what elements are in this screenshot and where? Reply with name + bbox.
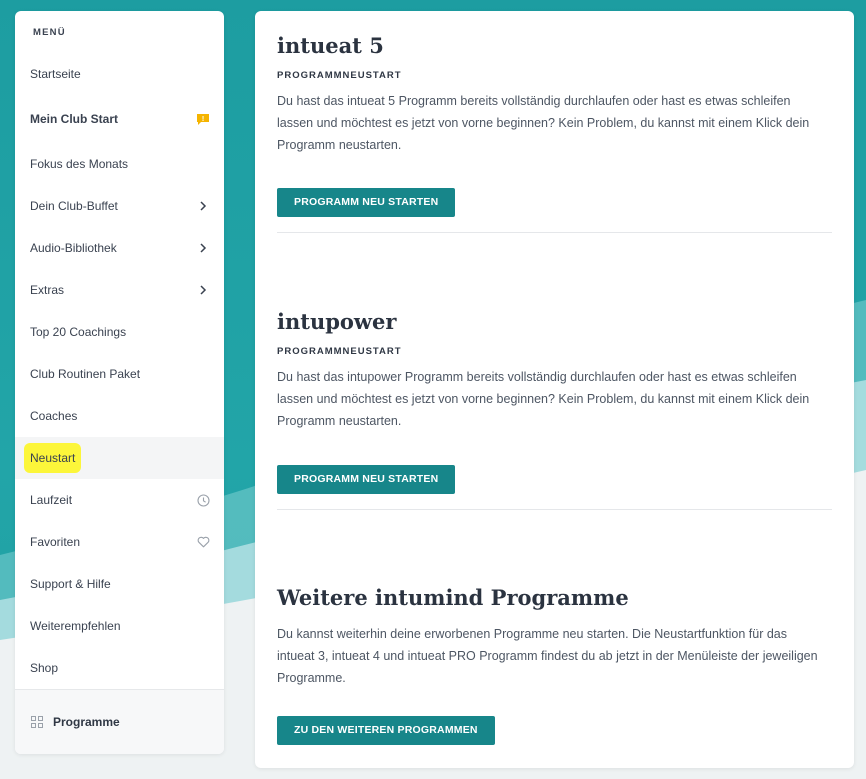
more-programs-button[interactable]: ZU DEN WEITEREN PROGRAMMEN (277, 716, 495, 745)
sidebar-item-weiterempfehlen[interactable]: Weiterempfehlen (15, 605, 224, 647)
sidebar-item-label: Laufzeit (30, 493, 73, 507)
menu-heading: MENÜ (33, 27, 66, 38)
sidebar-item-favoriten[interactable]: Favoriten (15, 521, 224, 563)
sidebar-item-startseite[interactable]: Startseite (15, 53, 224, 95)
sidebar-item-fokus-des-monats[interactable]: Fokus des Monats (15, 143, 224, 185)
sidebar-item-label: Mein Club Start (30, 112, 119, 126)
main-content: intueat 5 PROGRAMMNEUSTART Du hast das i… (255, 11, 854, 768)
section-title: Weitere intumind Programme (277, 585, 629, 610)
grid-icon (31, 716, 43, 728)
sidebar-item-coaches[interactable]: Coaches (15, 395, 224, 437)
sidebar-item-label: Top 20 Coachings (30, 325, 127, 339)
sidebar-item-audio-bibliothek[interactable]: Audio-Bibliothek (15, 227, 224, 269)
program-section-weitere: Weitere intumind Programme Du kannst wei… (277, 584, 832, 689)
program-section-intueat-5: intueat 5 PROGRAMMNEUSTART Du hast das i… (277, 32, 832, 156)
sidebar-item-label: Audio-Bibliothek (30, 241, 117, 255)
chevron-right-icon (196, 199, 210, 213)
sidebar-item-label: Neustart (27, 446, 79, 470)
section-divider (277, 232, 832, 233)
section-divider (277, 509, 832, 510)
restart-program-button[interactable]: PROGRAMM NEU STARTEN (277, 465, 456, 494)
section-description: Du hast das intupower Programm bereits v… (277, 370, 810, 428)
sidebar-menu: MENÜ Startseite Mein Club Start ! Fokus … (15, 11, 224, 754)
section-subtitle: PROGRAMMNEUSTART (277, 346, 402, 357)
sidebar-item-label: Club Routinen Paket (30, 367, 141, 381)
sidebar-footer-label: Programme (53, 715, 120, 729)
sidebar-item-club-routinen-paket[interactable]: Club Routinen Paket (15, 353, 224, 395)
sidebar-item-label: Support & Hilfe (30, 577, 111, 591)
section-description: Du hast das intueat 5 Programm bereits v… (277, 94, 810, 152)
sidebar-item-laufzeit[interactable]: Laufzeit (15, 479, 224, 521)
sidebar-item-label: Shop (30, 661, 59, 675)
svg-text:!: ! (202, 116, 204, 123)
sidebar-item-top-20-coachings[interactable]: Top 20 Coachings (15, 311, 224, 353)
sidebar-item-extras[interactable]: Extras (15, 269, 224, 311)
sidebar-item-label: Weiterempfehlen (30, 619, 121, 633)
sidebar-item-label: Coaches (30, 409, 78, 423)
section-description: Du kannst weiterhin deine erworbenen Pro… (277, 627, 818, 685)
sidebar-item-label: Favoriten (30, 535, 81, 549)
sidebar-item-label: Extras (30, 283, 65, 297)
clock-icon (196, 493, 210, 507)
sidebar-item-neustart[interactable]: Neustart (15, 437, 224, 479)
program-section-intupower: intupower PROGRAMMNEUSTART Du hast das i… (277, 308, 832, 432)
heart-icon (196, 535, 210, 549)
sidebar-item-support-hilfe[interactable]: Support & Hilfe (15, 563, 224, 605)
section-subtitle: PROGRAMMNEUSTART (277, 70, 402, 81)
notification-badge-icon: ! (196, 112, 210, 126)
sidebar-item-dein-club-buffet[interactable]: Dein Club-Buffet (15, 185, 224, 227)
chevron-right-icon (196, 283, 210, 297)
sidebar-item-label: Startseite (30, 67, 81, 81)
sidebar-item-label: Dein Club-Buffet (30, 199, 118, 213)
section-title: intupower (277, 309, 397, 334)
sidebar-footer-programme[interactable]: Programme (15, 689, 224, 754)
sidebar-item-mein-club-start[interactable]: Mein Club Start ! (15, 98, 224, 140)
chevron-right-icon (196, 241, 210, 255)
section-title: intueat 5 (277, 33, 384, 58)
sidebar-item-label: Fokus des Monats (30, 157, 129, 171)
sidebar-item-shop[interactable]: Shop (15, 647, 224, 689)
restart-program-button[interactable]: PROGRAMM NEU STARTEN (277, 188, 456, 217)
